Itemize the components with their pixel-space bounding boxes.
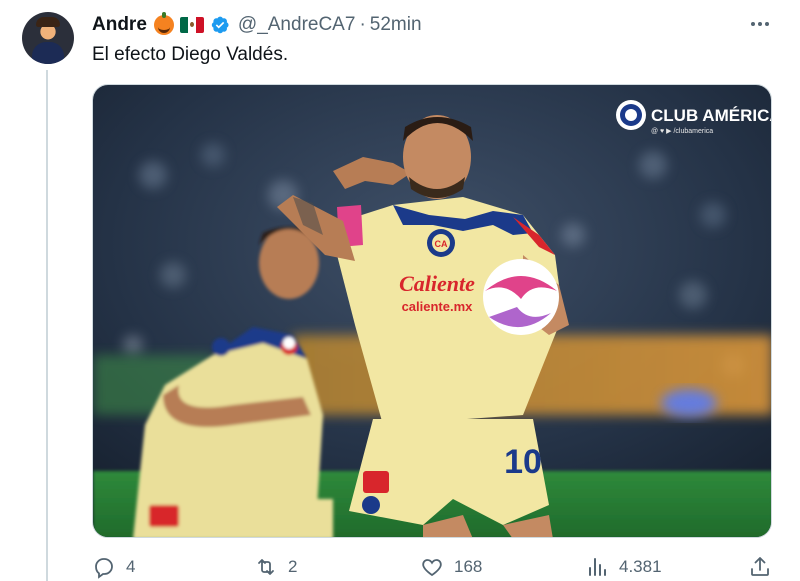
verified-badge-icon[interactable]	[210, 15, 230, 35]
photo-illustration: CA Caliente caliente.mx 10 CLUB AMÉRICA …	[93, 85, 772, 537]
author-name[interactable]: Andre	[92, 14, 147, 36]
retweet-count: 2	[288, 557, 298, 576]
tweet-photo[interactable]: CA Caliente caliente.mx 10 CLUB AMÉRICA …	[92, 84, 772, 538]
separator-dot: ·	[359, 14, 366, 35]
retweet-icon	[258, 559, 274, 575]
jersey-number: 10	[504, 443, 542, 481]
reply-count: 4	[126, 557, 136, 576]
heart-icon	[422, 559, 442, 577]
share-icon	[751, 557, 769, 576]
avatar[interactable]	[22, 12, 74, 64]
tweet-text: El efecto Diego Valdés.	[92, 44, 289, 65]
views-button[interactable]: 4.381	[585, 553, 662, 581]
analytics-icon	[589, 558, 606, 576]
pumpkin-emoji-icon	[153, 12, 174, 35]
view-count: 4.381	[619, 557, 662, 576]
sponsor-logo: Caliente	[399, 271, 475, 296]
tweet-header: Andre @_AndreCA7 · 52min	[92, 12, 422, 37]
like-button[interactable]: 168	[420, 553, 482, 581]
svg-text:CA: CA	[435, 239, 448, 249]
reply-icon	[95, 558, 113, 579]
timestamp[interactable]: 52min	[370, 14, 422, 36]
thread-line	[46, 70, 48, 581]
more-options-icon[interactable]	[748, 14, 772, 34]
retweet-button[interactable]: 2	[254, 553, 297, 581]
mexico-flag-icon	[179, 17, 204, 33]
action-bar: 4 2 168 4.381	[92, 553, 772, 581]
sponsor-url: caliente.mx	[402, 299, 474, 314]
author-handle[interactable]: @_AndreCA7	[238, 14, 356, 36]
club-america-watermark: CLUB AMÉRICA	[651, 106, 772, 125]
reply-button[interactable]: 4	[92, 553, 135, 581]
share-button[interactable]	[748, 553, 772, 581]
like-count: 168	[454, 557, 483, 576]
club-america-social: @ ♥ ▶ /clubamerica	[651, 128, 713, 135]
